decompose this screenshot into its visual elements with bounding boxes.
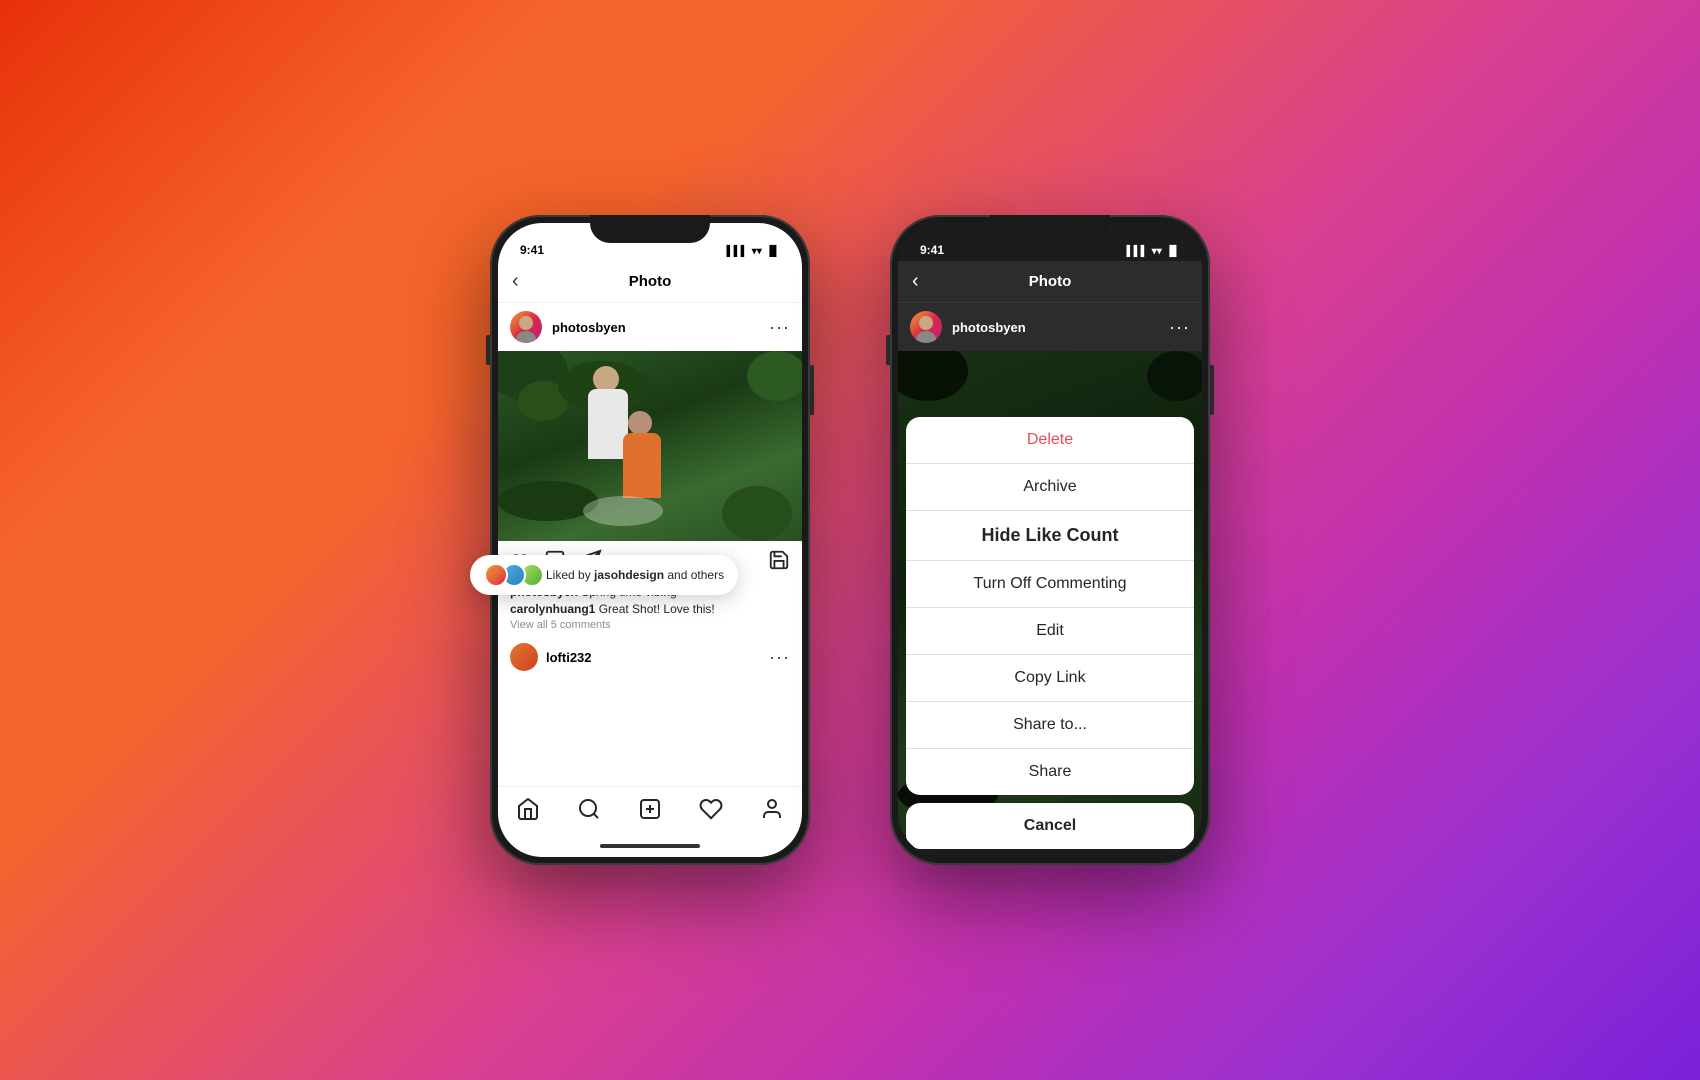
- home-indicator-left: [498, 835, 802, 857]
- heart-nav-icon[interactable]: [699, 797, 723, 827]
- status-icons-right: ▌▌▌ ▾▾ ▐▌: [1127, 246, 1180, 257]
- notch-right: [990, 215, 1110, 243]
- liked-user-name[interactable]: jasohdesign: [594, 568, 664, 582]
- view-comments[interactable]: View all 5 comments: [510, 619, 790, 631]
- wifi-icon: ▾▾: [752, 246, 762, 257]
- comment-user-row: lofti232 ···: [498, 637, 802, 677]
- user-row-left: photosbyen ···: [498, 303, 802, 351]
- action-sheet: Delete Archive Hide Like Count Turn Off …: [898, 417, 1202, 857]
- comment-username[interactable]: carolynhuang1: [510, 602, 595, 616]
- save-icon[interactable]: [768, 549, 790, 577]
- action-sheet-main: Delete Archive Hide Like Count Turn Off …: [906, 417, 1194, 795]
- page-title-right: Photo: [1029, 273, 1072, 290]
- cancel-sheet: Cancel: [906, 803, 1194, 849]
- search-nav-icon[interactable]: [577, 797, 601, 827]
- post-photo-left: [498, 351, 802, 541]
- time-left: 9:41: [520, 243, 544, 257]
- nav-header-right: ‹ Photo: [898, 261, 1202, 303]
- edit-button[interactable]: Edit: [906, 608, 1194, 655]
- avatar-right[interactable]: [910, 311, 942, 343]
- comment-text: Great Shot! Love this!: [599, 602, 715, 616]
- share-to-button[interactable]: Share to...: [906, 702, 1194, 749]
- back-button-left[interactable]: ‹: [512, 270, 519, 293]
- back-button-right[interactable]: ‹: [912, 270, 919, 293]
- more-button-left[interactable]: ···: [769, 317, 790, 338]
- liked-avatar-1: [484, 563, 508, 587]
- profile-nav-icon[interactable]: [760, 797, 784, 827]
- left-phone: 9:41 ▌▌▌ ▾▾ ▐▌ ‹ Photo photosbyen ···: [490, 215, 810, 865]
- page-title-left: Photo: [629, 273, 672, 290]
- bottom-nav-left: [498, 786, 802, 835]
- hide-like-count-button[interactable]: Hide Like Count: [906, 511, 1194, 561]
- nav-header-left: ‹ Photo: [498, 261, 802, 303]
- status-icons-left: ▌▌▌ ▾▾ ▐▌: [727, 246, 780, 257]
- time-right: 9:41: [920, 243, 944, 257]
- signal-icon: ▌▌▌: [727, 246, 748, 257]
- lofti-name[interactable]: lofti232: [546, 650, 761, 665]
- username-right[interactable]: photosbyen: [952, 320, 1159, 335]
- comment-line: carolynhuang1 Great Shot! Love this!: [510, 602, 790, 616]
- more-button-comment[interactable]: ···: [769, 647, 790, 668]
- delete-button[interactable]: Delete: [906, 417, 1194, 464]
- battery-icon: ▐▌: [766, 246, 780, 257]
- username-left[interactable]: photosbyen: [552, 320, 759, 335]
- avatar-left[interactable]: [510, 311, 542, 343]
- battery-icon-right: ▐▌: [1166, 246, 1180, 257]
- copy-link-button[interactable]: Copy Link: [906, 655, 1194, 702]
- liked-by-bubble: Liked by jasohdesign and others: [470, 555, 738, 595]
- wifi-icon-right: ▾▾: [1152, 246, 1162, 257]
- add-nav-icon[interactable]: [638, 797, 662, 827]
- cancel-button[interactable]: Cancel: [906, 803, 1194, 849]
- archive-button[interactable]: Archive: [906, 464, 1194, 511]
- liked-avatars: [484, 563, 538, 587]
- notch: [590, 215, 710, 243]
- more-button-right[interactable]: ···: [1169, 317, 1190, 338]
- user-row-right: photosbyen ···: [898, 303, 1202, 351]
- liked-by-text: Liked by jasohdesign and others: [546, 568, 724, 582]
- home-nav-icon[interactable]: [516, 797, 540, 827]
- turn-off-commenting-button[interactable]: Turn Off Commenting: [906, 561, 1194, 608]
- right-phone: 9:41 ▌▌▌ ▾▾ ▐▌ ‹ Photo photosbyen ···: [890, 215, 1210, 865]
- signal-icon-right: ▌▌▌: [1127, 246, 1148, 257]
- lofti-avatar: [510, 643, 538, 671]
- share-button[interactable]: Share: [906, 749, 1194, 795]
